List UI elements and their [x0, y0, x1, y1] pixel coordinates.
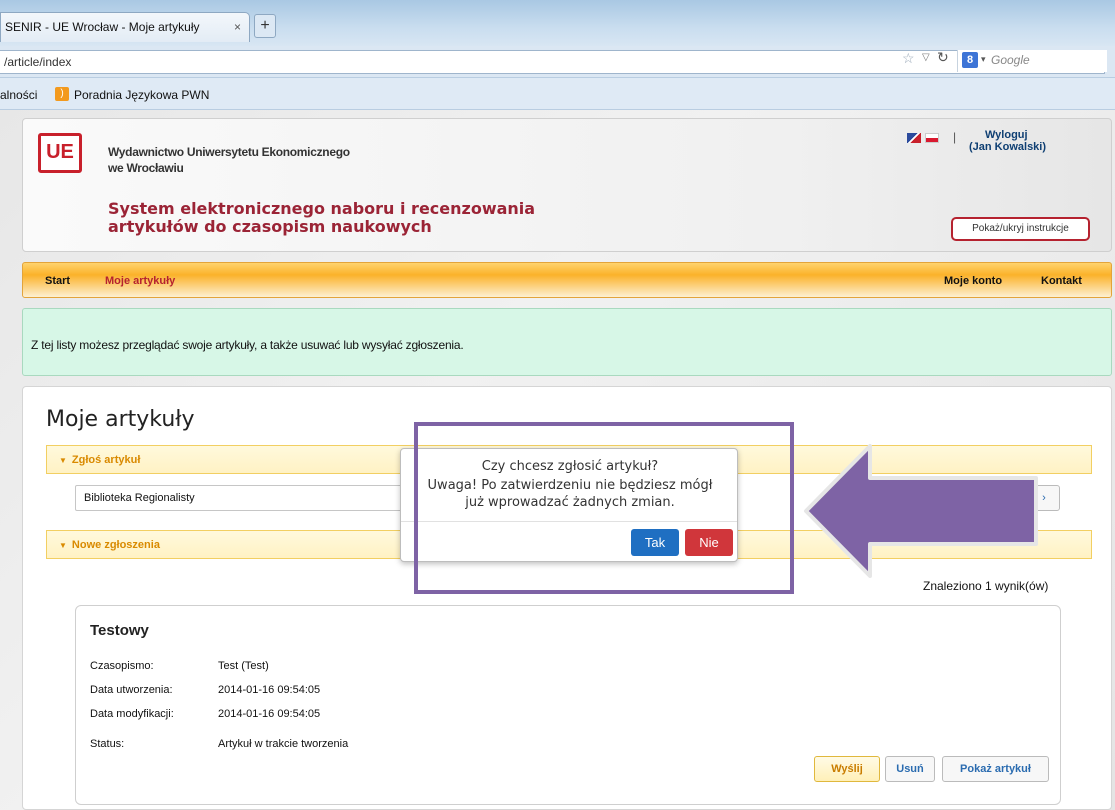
annotation-highlight-box — [414, 422, 794, 594]
header-separator: | — [953, 130, 957, 144]
info-text: Z tej listy możesz przeglądać swoje arty… — [31, 338, 464, 352]
search-placeholder: Google — [991, 53, 1030, 67]
status-value: Artykuł w trakcie tworzenia — [218, 738, 349, 750]
browser-tab[interactable]: SENIR - UE Wrocław - Moje artykuły × — [0, 12, 250, 42]
journal-select[interactable]: Biblioteka Regionalisty — [75, 485, 435, 511]
arrow-left-annotation — [804, 444, 1038, 578]
show-article-button[interactable]: Pokaż artykuł — [942, 756, 1049, 782]
tab-title: SENIR - UE Wrocław - Moje artykuły — [5, 20, 200, 34]
bookmarks-bar: alności ) Poradnia Językowa PWN — [0, 78, 1115, 110]
article-title: Testowy — [90, 622, 149, 639]
section-submit-text: Zgłoś artykuł — [71, 454, 141, 466]
modified-value: 2014-01-16 09:54:05 — [218, 708, 321, 720]
article-card: Testowy Czasopismo: Test (Test) Data utw… — [75, 605, 1061, 805]
logo-text: UE — [46, 141, 74, 163]
info-box: Z tej listy możesz przeglądać swoje arty… — [22, 308, 1112, 376]
send-button[interactable]: Wyślij — [814, 756, 880, 782]
created-label: Data utworzenia: — [90, 684, 173, 696]
google-icon[interactable]: 8 — [962, 52, 978, 68]
new-tab-icon[interactable]: + — [254, 14, 276, 38]
nav-my-account[interactable]: Moje konto — [944, 275, 1002, 287]
ue-logo[interactable]: UE — [38, 133, 82, 173]
status-label: Status: — [90, 738, 125, 750]
page-title: Moje artykuły — [46, 407, 195, 432]
section-new-text: Nowe zgłoszenia — [71, 539, 160, 551]
journal-value: Test (Test) — [218, 660, 269, 672]
bookmark-partial[interactable]: alności — [0, 88, 37, 102]
toggle-instructions-button[interactable]: Pokaż/ukryj instrukcje — [951, 217, 1090, 241]
search-input[interactable] — [957, 50, 1107, 72]
flag-pl-icon[interactable] — [925, 133, 939, 143]
user-name[interactable]: (Jan Kowalski) — [969, 141, 1046, 153]
created-value: 2014-01-16 09:54:05 — [218, 684, 321, 696]
tab-close-icon[interactable]: × — [234, 20, 241, 34]
triangle-down-icon: ▼ — [59, 541, 67, 550]
publisher-name-line2: we Wrocławiu — [108, 161, 184, 175]
publisher-name-line1: Wydawnictwo Uniwersytetu Ekonomicznego — [108, 145, 350, 159]
delete-button[interactable]: Usuń — [885, 756, 935, 782]
rss-icon: ) — [55, 87, 69, 101]
nav-my-articles[interactable]: Moje artykuły — [105, 275, 175, 287]
section-new-label: ▼ Nowe zgłoszenia — [59, 539, 160, 551]
modified-label: Data modyfikacji: — [90, 708, 174, 720]
main-nav: Start Moje artykuły Moje konto Kontakt — [22, 262, 1112, 298]
site-header: UE Wydawnictwo Uniwersytetu Ekonomiczneg… — [22, 118, 1112, 252]
browser-tab-bar: SENIR - UE Wrocław - Moje artykuły × + — [0, 0, 1115, 46]
triangle-down-icon: ▼ — [59, 456, 67, 465]
system-title-line2: artykułów do czasopism naukowych — [108, 217, 432, 236]
nav-contact[interactable]: Kontakt — [1041, 275, 1082, 287]
url-dropdown-icon[interactable]: ▽ — [922, 52, 930, 63]
journal-label: Czasopismo: — [90, 660, 154, 672]
system-title-line1: System elektronicznego naboru i recenzow… — [108, 199, 536, 218]
star-icon[interactable]: ☆ — [902, 50, 915, 67]
flag-uk-icon[interactable] — [907, 133, 921, 143]
logout-link[interactable]: Wyloguj — [985, 129, 1028, 141]
nav-start[interactable]: Start — [45, 275, 70, 287]
section-submit-label: ▼ Zgłoś artykuł — [59, 454, 140, 466]
bookmark-link[interactable]: Poradnia Językowa PWN — [74, 88, 209, 102]
reload-icon[interactable]: ↻ — [937, 49, 949, 66]
search-engine-dropdown-icon[interactable]: ▾ — [981, 54, 986, 65]
